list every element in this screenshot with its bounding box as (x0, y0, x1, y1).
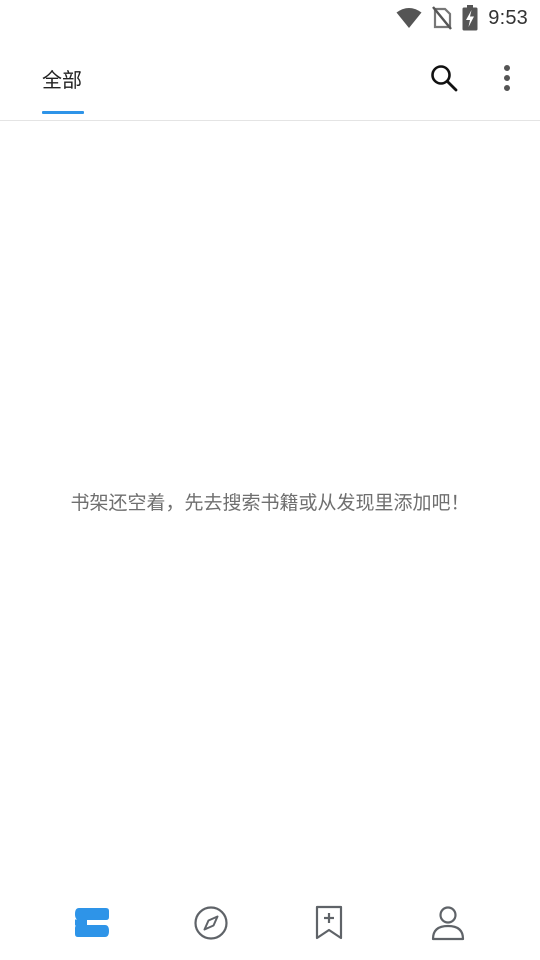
bookmark-add-icon (316, 905, 343, 939)
nav-item-profile[interactable] (418, 893, 478, 953)
no-sim-icon (432, 6, 453, 30)
empty-bookshelf-message: 书架还空着，先去搜索书籍或从发现里添加吧！ (70, 492, 470, 514)
status-bar: 9:53 (0, 0, 540, 36)
nav-item-discover[interactable] (181, 893, 241, 953)
nav-item-bookshelf[interactable] (62, 893, 122, 953)
more-vert-icon (504, 65, 510, 91)
status-time: 9:53 (488, 6, 528, 29)
person-icon (431, 905, 464, 940)
search-button[interactable] (424, 58, 464, 98)
compass-icon (194, 905, 228, 940)
bookshelf-icon (75, 907, 110, 937)
search-icon (431, 65, 458, 92)
tab-all[interactable]: 全部 (42, 64, 82, 93)
nav-item-bookmarks[interactable] (299, 893, 359, 953)
top-app-bar: 全部 (0, 36, 540, 121)
tab-indicator (42, 111, 84, 114)
more-options-button[interactable] (487, 58, 527, 98)
app-screen: 9:53 全部 书架还空着，先去搜索书籍或从发现里添加吧！ (0, 0, 540, 960)
wifi-icon (396, 7, 422, 29)
battery-charging-icon (462, 5, 478, 31)
bottom-navigation (0, 885, 540, 960)
